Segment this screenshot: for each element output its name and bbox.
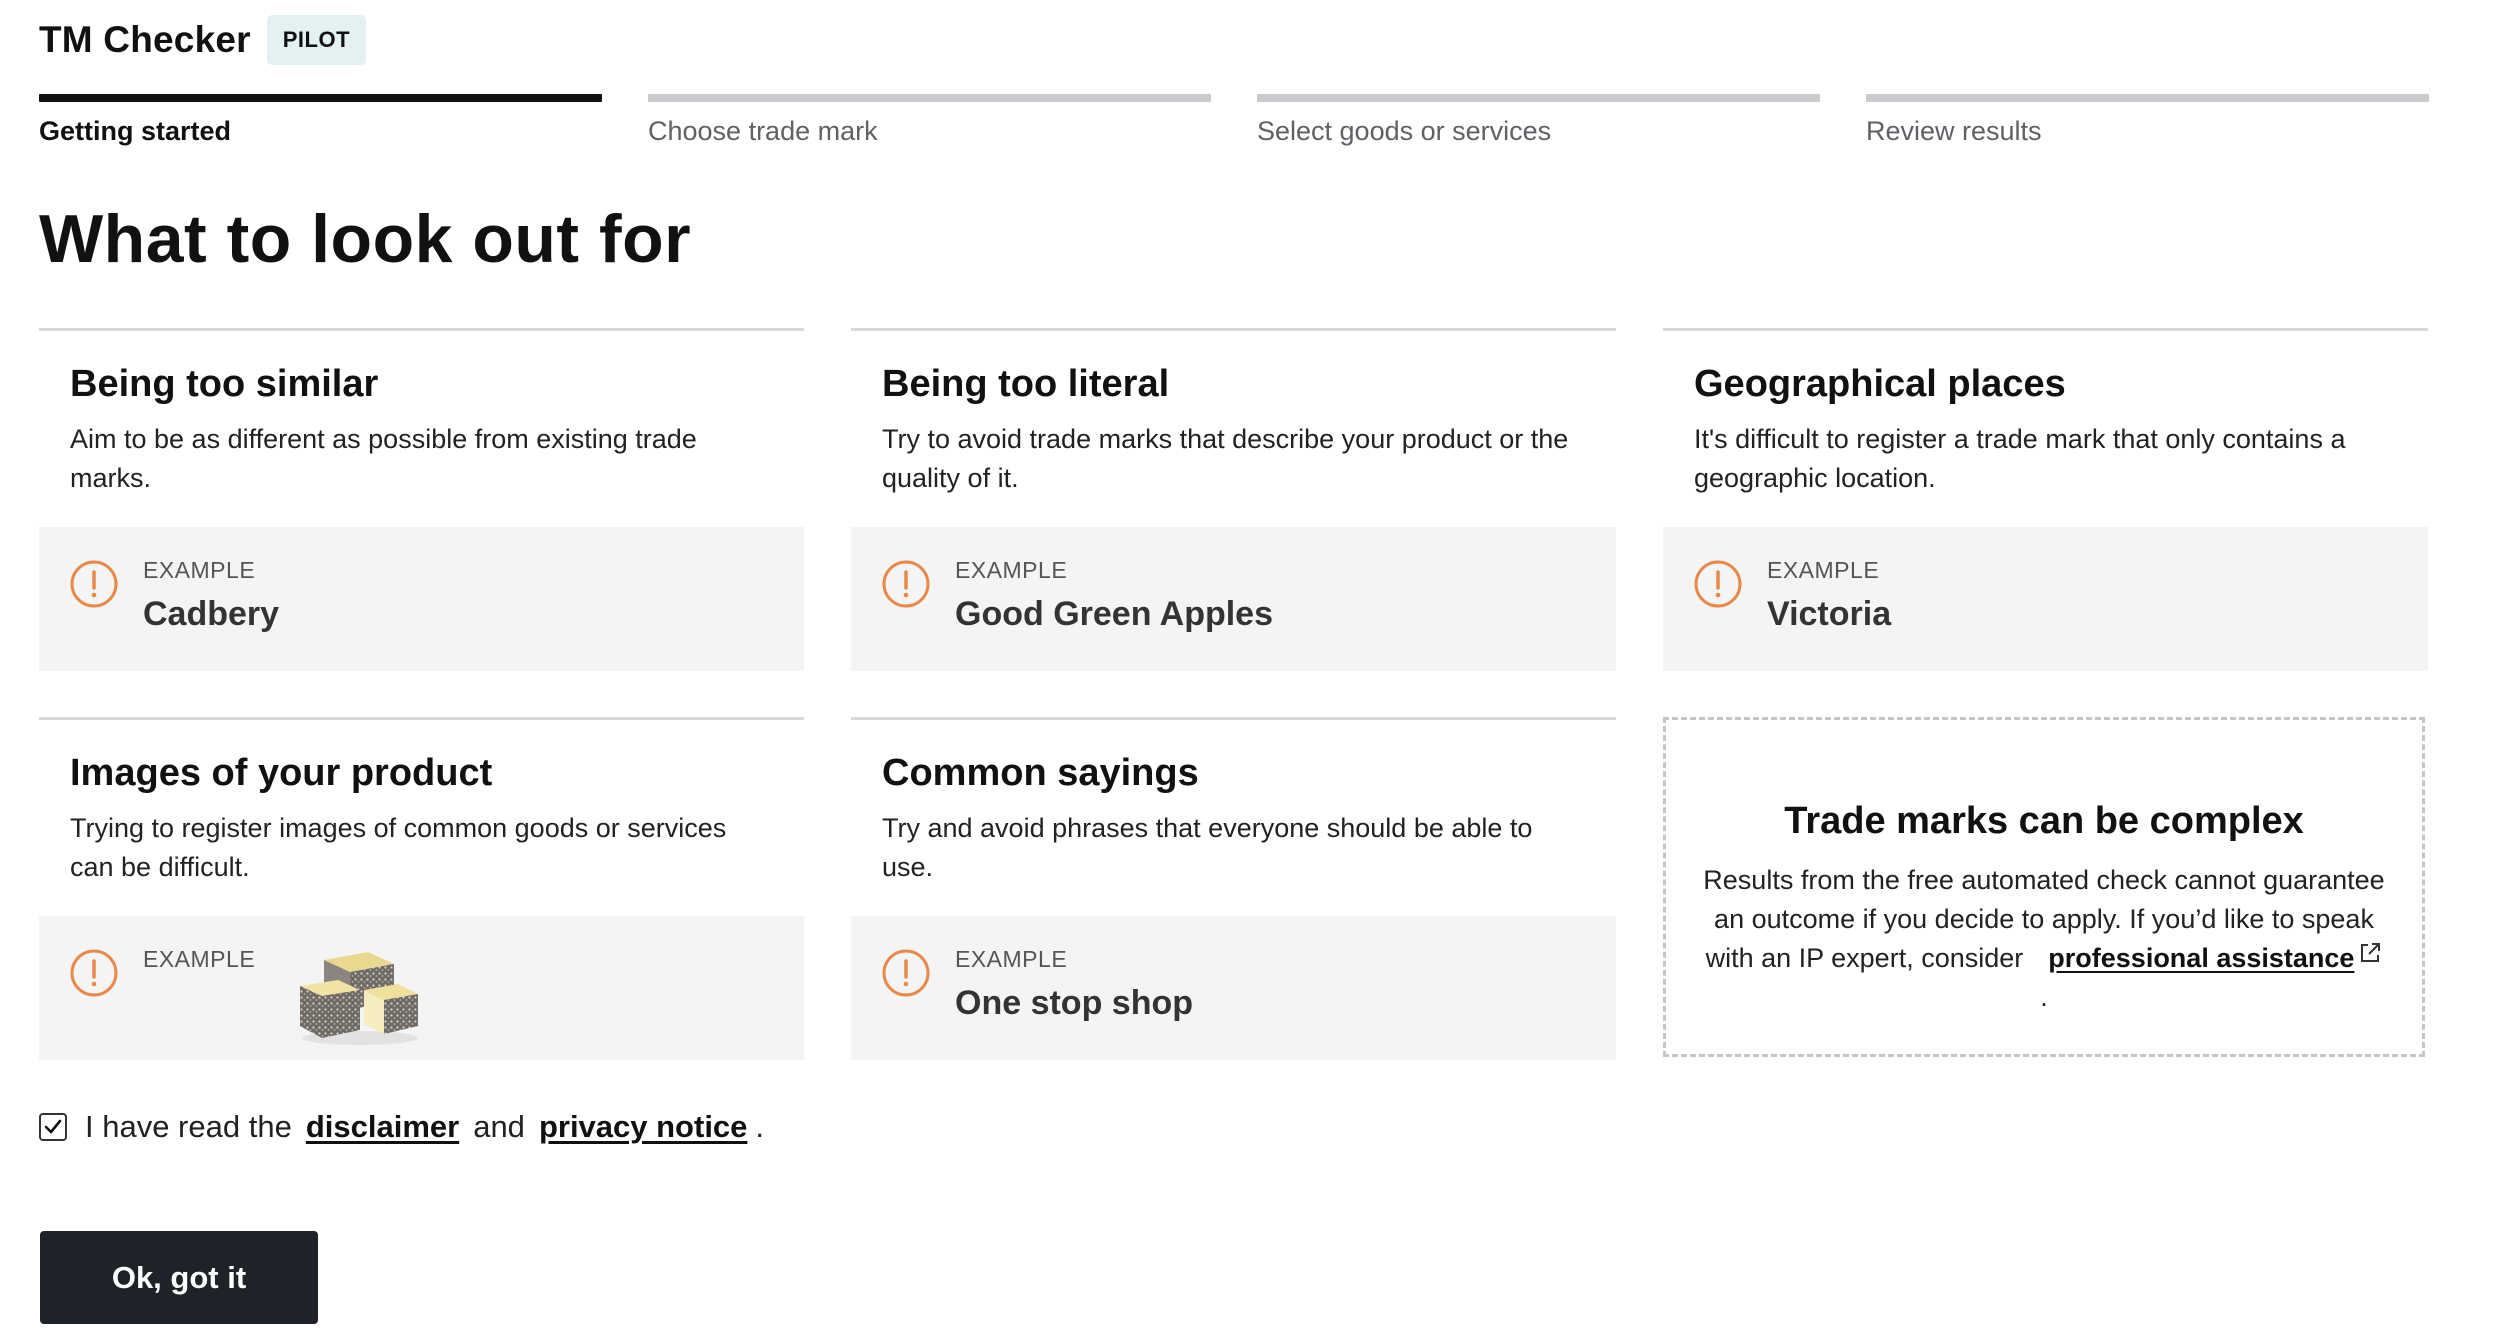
example-label: EXAMPLE	[143, 557, 256, 583]
example-box: EXAMPLE One stop shop	[851, 916, 1616, 1060]
step-choose-trade-mark: Choose trade mark	[648, 94, 1211, 147]
example-value: Victoria	[1767, 595, 1892, 633]
consent-text-middle: and	[473, 1109, 525, 1144]
step-bar	[39, 94, 602, 102]
warning-circle-icon	[882, 560, 930, 608]
card-text: Aim to be as different as possible from …	[70, 424, 697, 493]
warning-circle-icon	[882, 949, 930, 997]
warning-circle-icon	[70, 949, 118, 997]
checkmark-icon	[44, 1119, 62, 1134]
card-text: It's difficult to register a trade mark …	[1694, 424, 2346, 493]
disclaimer-link[interactable]: disclaimer	[306, 1109, 459, 1145]
info-end: .	[2040, 982, 2048, 1012]
privacy-notice-link[interactable]: privacy notice	[539, 1109, 747, 1145]
complexity-info-box: Trade marks can be complex Results from …	[1663, 717, 2425, 1057]
step-label: Review results	[1866, 116, 2042, 146]
ok-got-it-button[interactable]: Ok, got it	[40, 1231, 318, 1324]
info-title: Trade marks can be complex	[1784, 800, 2304, 842]
card-text: Try to avoid trade marks that describe y…	[882, 424, 1569, 493]
step-getting-started: Getting started	[39, 94, 602, 147]
progress-steps: Getting started Choose trade mark Select…	[39, 94, 2429, 147]
step-bar	[1257, 94, 1820, 102]
card-images-of-your-product: Images of your product Trying to registe…	[39, 717, 804, 1062]
info-text: Results from the free automated check ca…	[1700, 861, 2388, 1017]
example-box: EXAMPLE Victoria	[1663, 527, 2428, 671]
consent-row: I have read the disclaimer and privacy n…	[39, 1109, 764, 1145]
step-label: Choose trade mark	[648, 116, 878, 146]
consent-text-end: .	[755, 1109, 765, 1144]
lamington-cake-image	[300, 952, 418, 1045]
card-being-too-literal: Being too literal Try to avoid trade mar…	[851, 328, 1616, 673]
step-label: Getting started	[39, 116, 232, 146]
consent-checkbox[interactable]	[39, 1113, 67, 1141]
step-review-results: Review results	[1866, 94, 2429, 147]
warning-circle-icon	[70, 560, 118, 608]
example-label: EXAMPLE	[955, 946, 1068, 972]
consent-text-before: I have read the	[85, 1109, 292, 1144]
step-bar	[648, 94, 1211, 102]
step-label: Select goods or services	[1257, 116, 1552, 146]
card-being-too-similar: Being too similar Aim to be as different…	[39, 328, 804, 673]
card-geographical-places: Geographical places It's difficult to re…	[1663, 328, 2428, 673]
step-select-goods: Select goods or services	[1257, 94, 1820, 147]
card-title: Geographical places	[1694, 363, 2066, 405]
link-label: professional assistance	[2048, 943, 2355, 973]
pilot-badge: PILOT	[266, 15, 367, 65]
example-box: EXAMPLE Good Green Apples	[851, 527, 1616, 671]
example-label: EXAMPLE	[1767, 557, 1880, 583]
example-box: EXAMPLE	[39, 916, 804, 1060]
example-value: Good Green Apples	[955, 595, 1274, 633]
card-common-sayings: Common sayings Try and avoid phrases tha…	[851, 717, 1616, 1062]
card-text: Trying to register images of common good…	[70, 813, 727, 882]
card-title: Being too similar	[70, 363, 379, 405]
warning-circle-icon	[1694, 560, 1742, 608]
example-value: Cadbery	[143, 595, 280, 633]
card-title: Images of your product	[70, 752, 493, 794]
example-value: One stop shop	[955, 984, 1193, 1022]
app-header: TM Checker PILOT	[39, 10, 367, 70]
page-title: What to look out for	[39, 201, 692, 277]
example-box: EXAMPLE Cadbery	[39, 527, 804, 671]
step-bar	[1866, 94, 2429, 102]
example-label: EXAMPLE	[143, 946, 256, 972]
external-link-icon	[2361, 943, 2381, 962]
app-title: TM Checker	[39, 19, 251, 60]
professional-assistance-link[interactable]: professional assistance	[2048, 943, 2354, 973]
card-title: Being too literal	[882, 363, 1170, 405]
example-label: EXAMPLE	[955, 557, 1068, 583]
card-title: Common sayings	[882, 752, 1199, 794]
card-text: Try and avoid phrases that everyone shou…	[882, 813, 1533, 882]
